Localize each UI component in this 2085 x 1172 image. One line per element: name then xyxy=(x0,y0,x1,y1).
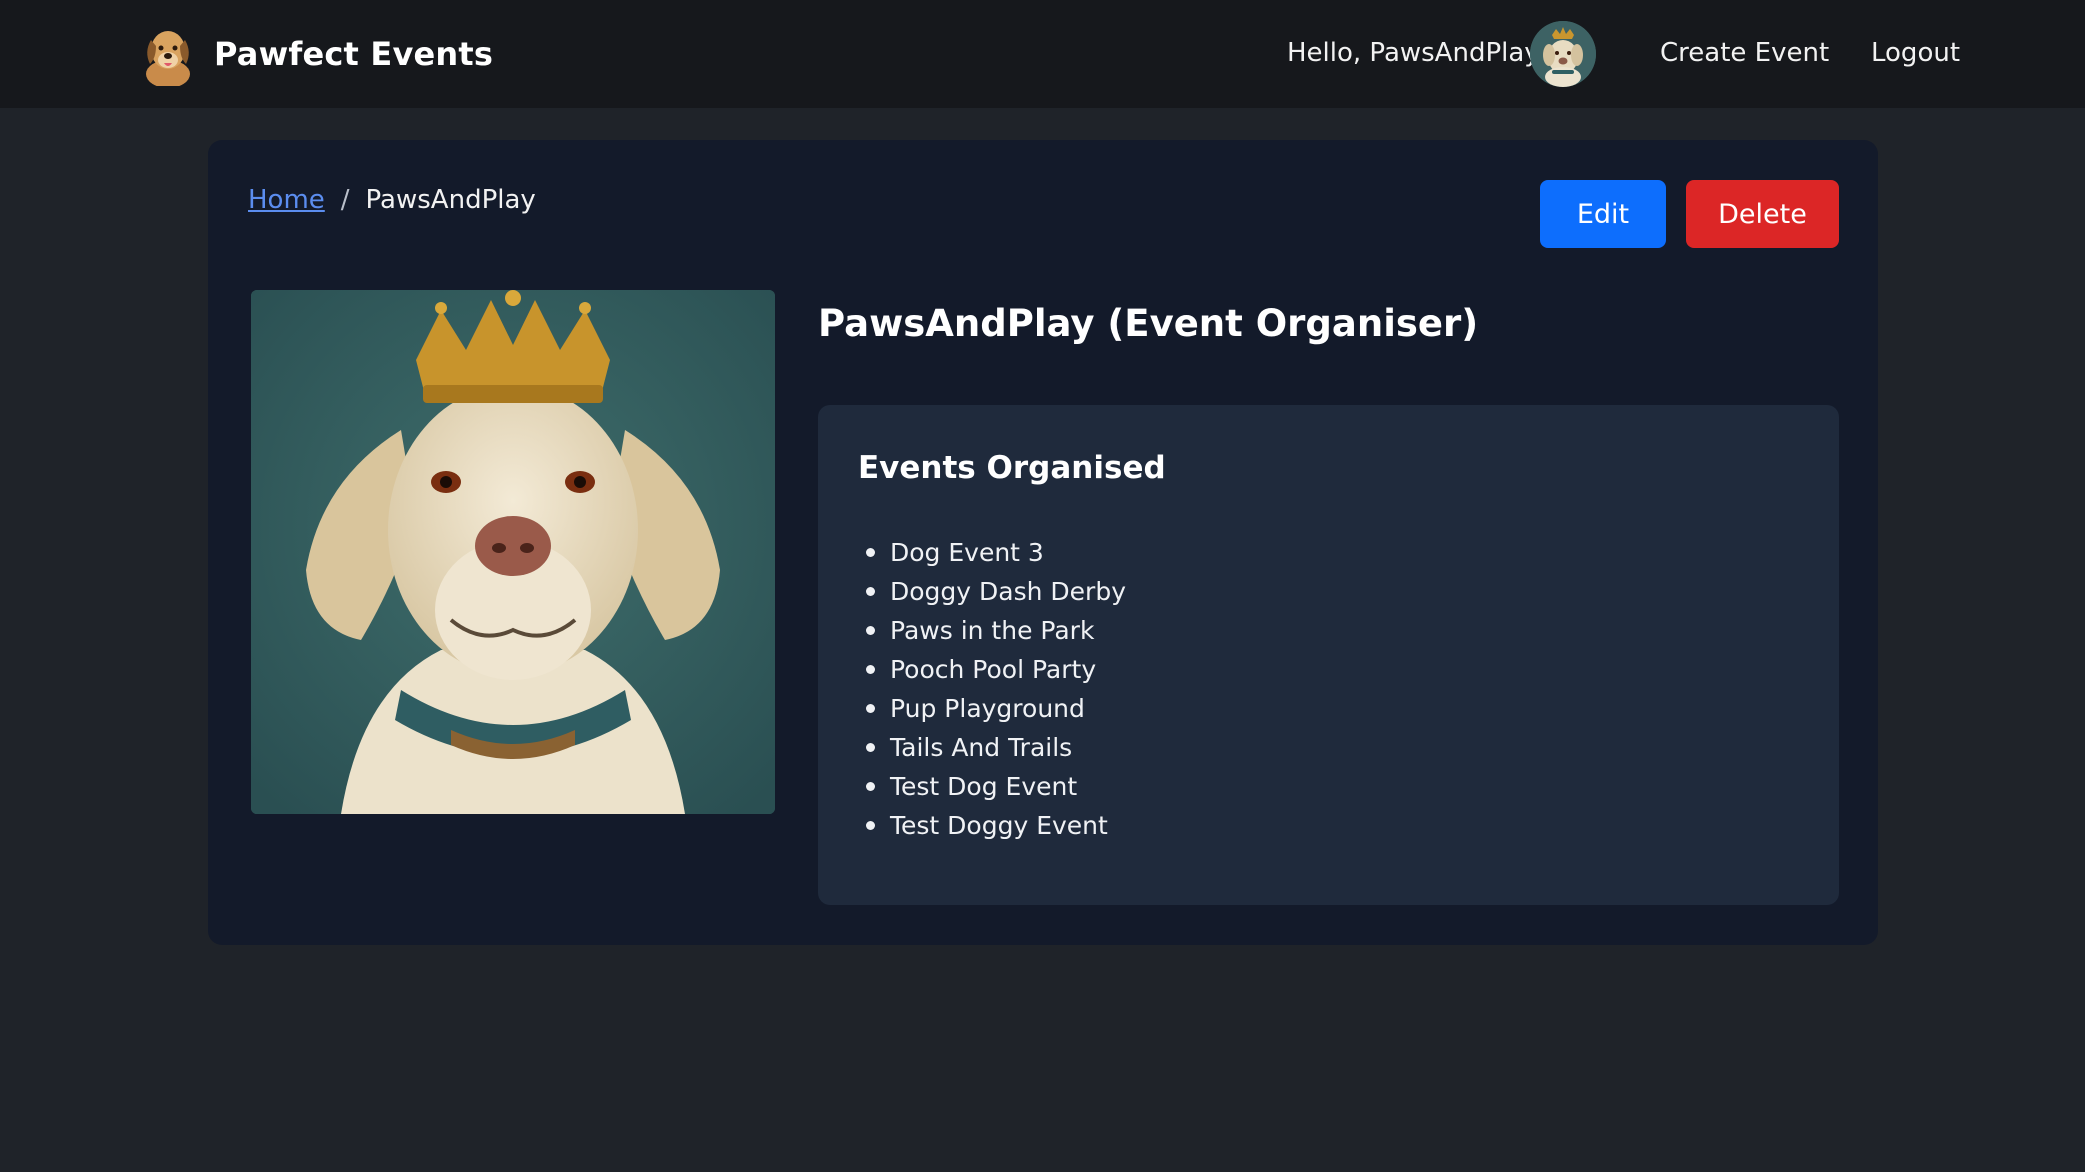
event-list-item: Dog Event 3 xyxy=(858,533,1126,572)
breadcrumb: Home / PawsAndPlay xyxy=(248,185,536,215)
crowned-labrador-portrait-icon xyxy=(251,290,775,814)
event-list-item: Paws in the Park xyxy=(858,611,1126,650)
events-organised-panel: Events Organised Dog Event 3 Doggy Dash … xyxy=(818,405,1839,905)
organiser-profile-card: Home / PawsAndPlay Edit Delete PawsAndPl… xyxy=(208,140,1878,945)
logout-link[interactable]: Logout xyxy=(1871,38,1960,68)
page-title: PawsAndPlay (Event Organiser) xyxy=(818,302,1479,345)
brand-home-link[interactable]: Pawfect Events xyxy=(140,22,493,86)
event-list-item: Tails And Trails xyxy=(858,728,1126,767)
profile-photo xyxy=(251,290,775,814)
user-avatar[interactable] xyxy=(1530,21,1596,87)
event-list-item: Test Doggy Event xyxy=(858,806,1126,845)
breadcrumb-current: PawsAndPlay xyxy=(365,185,536,215)
brand-name: Pawfect Events xyxy=(214,35,494,73)
delete-button[interactable]: Delete xyxy=(1686,180,1839,248)
event-list-item: Pup Playground xyxy=(858,689,1126,728)
dog-logo-icon xyxy=(146,31,190,86)
labrador-avatar-icon xyxy=(1530,21,1596,87)
create-event-link[interactable]: Create Event xyxy=(1660,38,1829,68)
edit-button[interactable]: Edit xyxy=(1540,180,1666,248)
events-heading: Events Organised xyxy=(858,450,1166,486)
events-list: Dog Event 3 Doggy Dash Derby Paws in the… xyxy=(858,533,1126,845)
breadcrumb-separator: / xyxy=(340,185,350,215)
breadcrumb-home-link[interactable]: Home xyxy=(248,185,325,215)
top-navbar: Pawfect Events Hello, PawsAndPlay Create… xyxy=(0,0,2085,108)
event-list-item: Pooch Pool Party xyxy=(858,650,1126,689)
user-greeting: Hello, PawsAndPlay xyxy=(1287,38,1540,68)
event-list-item: Doggy Dash Derby xyxy=(858,572,1126,611)
event-list-item: Test Dog Event xyxy=(858,767,1126,806)
